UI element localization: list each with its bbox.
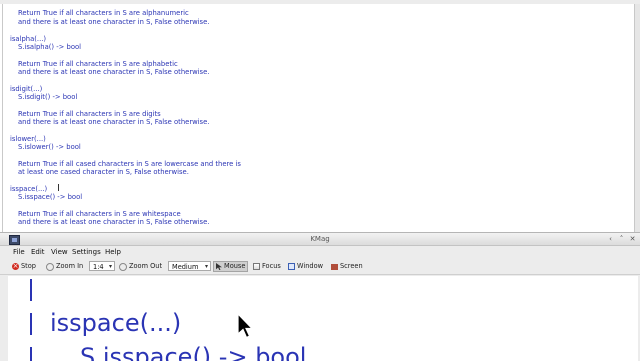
doc-line: and there is at least one character in S… <box>18 218 210 226</box>
zoom-out-button[interactable]: Zoom Out <box>119 261 162 272</box>
kmag-toolbar: Stop Zoom In 1:4 Zoom Out Medium Mouse F… <box>0 259 640 275</box>
stop-icon <box>12 260 19 272</box>
doc-line: S.isspace() -> bool <box>18 193 83 201</box>
kmag-titlebar[interactable]: KMag ‹ ˄ ✕ <box>0 233 640 246</box>
doc-line: Return True if all characters in S are d… <box>18 110 161 118</box>
minimize-icon[interactable]: ‹ <box>606 234 615 244</box>
doc-line: and there is at least one character in S… <box>18 68 210 76</box>
focus-mode-label: Focus <box>262 262 281 270</box>
window-icon <box>288 263 295 270</box>
menu-edit[interactable]: Edit <box>31 246 45 258</box>
close-icon[interactable]: ✕ <box>628 234 637 244</box>
zoom-in-button[interactable]: Zoom In <box>46 261 83 272</box>
text-cursor <box>58 184 59 191</box>
mouse-pointer-icon <box>216 263 222 270</box>
menu-view[interactable]: View <box>51 246 68 258</box>
focus-mode-button[interactable]: Focus <box>253 261 281 272</box>
doc-line: Return True if all characters in S are a… <box>18 9 189 17</box>
magnified-function-name: isspace(...) <box>50 309 182 337</box>
doc-line: isalpha(...) <box>10 35 47 43</box>
doc-text-area[interactable]: Return True if all characters in S are a… <box>0 4 636 232</box>
magnified-signature: S.isspace() -> bool <box>80 343 307 361</box>
doc-line: at least one cased character in S, False… <box>18 168 189 176</box>
doc-line: isspace(...) <box>10 185 48 193</box>
zoom-out-icon <box>119 262 127 271</box>
window-mode-label: Window <box>297 262 323 270</box>
screen-icon <box>331 263 338 270</box>
doc-line: S.isalpha() -> bool <box>18 43 82 51</box>
doc-line: and there is at least one character in S… <box>18 118 210 126</box>
doc-line: S.islower() -> bool <box>18 143 81 151</box>
zoom-gutter-bar <box>30 279 32 301</box>
doc-gutter <box>2 4 3 232</box>
menu-settings[interactable]: Settings <box>72 246 101 258</box>
window-mode-button[interactable]: Window <box>288 261 323 272</box>
zoom-out-label: Zoom Out <box>129 262 163 270</box>
maximize-icon[interactable]: ˄ <box>617 234 626 244</box>
menu-file[interactable]: File <box>13 246 25 258</box>
doc-line: Return True if all characters in S are w… <box>18 210 181 218</box>
zoom-in-label: Zoom In <box>56 262 84 270</box>
refresh-rate-select[interactable]: Medium <box>168 261 211 272</box>
window-title: KMag <box>310 235 330 243</box>
screen-mode-label: Screen <box>340 262 363 270</box>
stop-button[interactable]: Stop <box>12 260 36 272</box>
menu-help[interactable]: Help <box>105 246 121 258</box>
doc-line: islower(...) <box>10 135 46 143</box>
kmag-menubar: File Edit View Settings Help <box>0 246 640 258</box>
doc-line: isdigit(...) <box>10 85 43 93</box>
zoom-gutter-bar <box>30 313 32 335</box>
mouse-mode-button[interactable]: Mouse <box>213 261 249 272</box>
doc-line: Return True if all cased characters in S… <box>18 160 241 168</box>
doc-scrollbar[interactable] <box>634 4 640 232</box>
mouse-mode-label: Mouse <box>224 262 246 270</box>
doc-line: Return True if all characters in S are a… <box>18 60 178 68</box>
doc-line: S.isdigit() -> bool <box>18 93 78 101</box>
doc-line: and there is at least one character in S… <box>18 18 210 26</box>
zoom-in-icon <box>46 262 54 271</box>
mouse-cursor-icon <box>237 313 253 339</box>
zoom-gutter-bar <box>30 347 32 361</box>
focus-icon <box>253 263 260 270</box>
stop-label: Stop <box>21 262 36 270</box>
zoom-ratio-select[interactable]: 1:4 <box>89 261 115 272</box>
kmag-window: KMag ‹ ˄ ✕ File Edit View Settings Help … <box>0 232 640 361</box>
screen-mode-button[interactable]: Screen <box>331 261 363 272</box>
magnified-view[interactable]: isspace(...) S.isspace() -> bool <box>8 276 638 361</box>
